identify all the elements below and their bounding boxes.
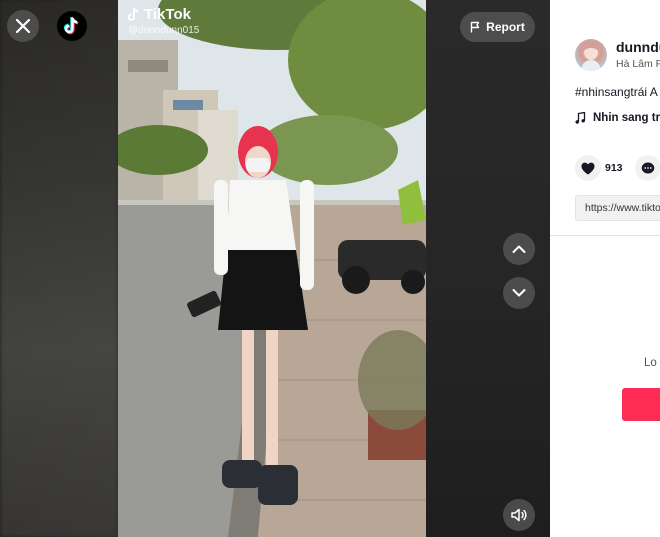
comment-button[interactable] xyxy=(635,155,660,181)
chevron-up-icon xyxy=(512,245,526,253)
report-label: Report xyxy=(486,20,525,34)
panel-divider xyxy=(550,235,660,236)
video-info-panel: dunndu Hà Lâm P #nhinsangtrái A Nhin san… xyxy=(550,0,660,537)
tiktok-logo-button[interactable] xyxy=(57,11,87,41)
flag-icon xyxy=(470,21,480,33)
login-button[interactable] xyxy=(622,388,660,421)
like-count: 913 xyxy=(605,162,623,174)
watermark-brand: TikTok xyxy=(144,6,191,23)
comment-icon xyxy=(641,162,655,173)
author-name[interactable]: dunndu xyxy=(616,39,660,55)
author-subtitle: Hà Lâm P xyxy=(616,58,660,70)
chevron-down-icon xyxy=(512,289,526,297)
volume-icon xyxy=(511,508,527,522)
volume-button[interactable] xyxy=(503,499,535,531)
video-frame[interactable] xyxy=(118,0,426,537)
tiktok-logo-icon xyxy=(63,16,79,35)
previous-video-button[interactable] xyxy=(503,233,535,265)
close-icon xyxy=(16,19,30,33)
video-caption[interactable]: #nhinsangtrái A xyxy=(575,85,658,99)
video-player: TikTok @dunndunn015 Report xyxy=(0,0,550,537)
like-button[interactable] xyxy=(575,155,601,181)
avatar-image xyxy=(581,43,601,71)
login-prompt: Lo xyxy=(644,357,657,369)
tiktok-watermark-icon xyxy=(127,7,139,21)
video-blur-left xyxy=(0,0,118,537)
author-avatar[interactable] xyxy=(575,39,607,71)
music-info[interactable]: Nhin sang tr xyxy=(575,112,660,124)
music-note-icon xyxy=(575,112,586,124)
close-button[interactable] xyxy=(7,10,39,42)
watermark-username: @dunndunn015 xyxy=(128,25,200,36)
video-watermark: TikTok @dunndunn015 xyxy=(126,6,199,36)
music-title: Nhin sang tr xyxy=(593,112,660,124)
video-scene xyxy=(118,0,426,537)
report-button[interactable]: Report xyxy=(460,12,535,42)
next-video-button[interactable] xyxy=(503,277,535,309)
video-blur-right xyxy=(426,0,550,537)
video-link-field[interactable]: https://www.tikto xyxy=(575,195,660,221)
heart-icon xyxy=(581,162,595,174)
